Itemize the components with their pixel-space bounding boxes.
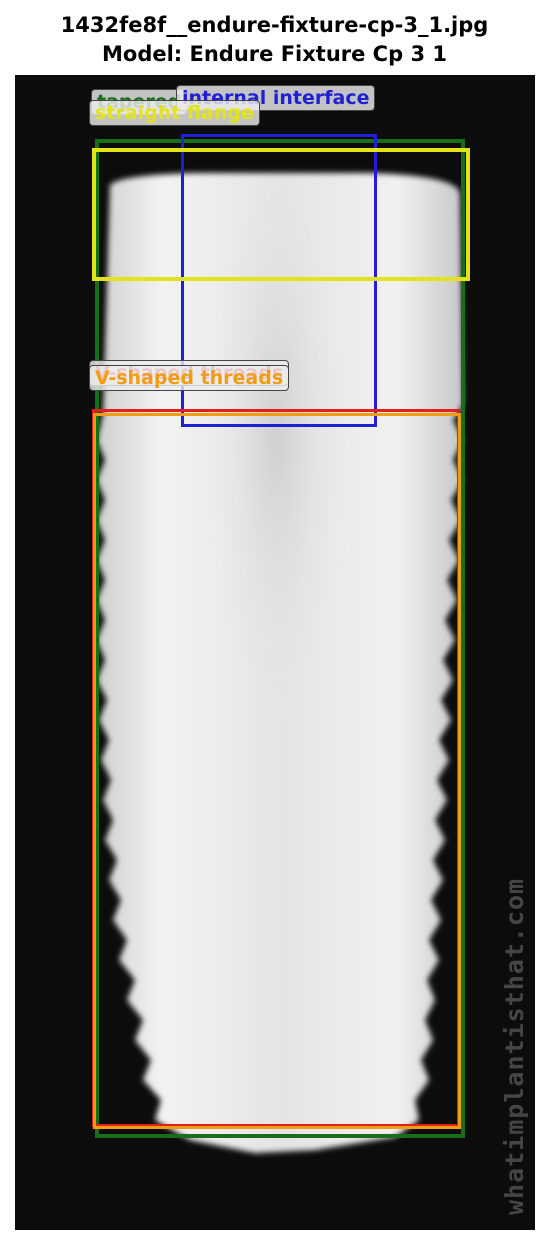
watermark: whatimplantisthat.com <box>500 877 529 1215</box>
xray-image: whatimplantisthat.com tapered internal i… <box>15 75 535 1230</box>
v-shaped-threads-orange-box <box>93 413 461 1129</box>
straight-flange-label: straight flange <box>89 100 260 126</box>
image-filename-title: 1432fe8f__endure-fixture-cp-3_1.jpg <box>60 13 489 37</box>
model-title: Model: Endure Fixture Cp 3 1 <box>102 42 447 66</box>
v-shaped-threads-orange-label: V-shaped threads <box>89 365 290 391</box>
straight-flange-box <box>92 148 470 281</box>
